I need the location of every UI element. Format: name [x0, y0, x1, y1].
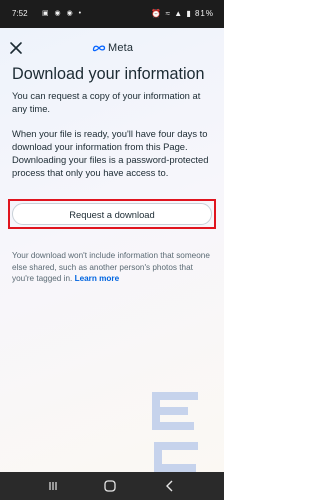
alarm-icon: ⏰ [151, 9, 163, 18]
wifi-icon: ≈ [165, 9, 171, 18]
close-icon[interactable] [9, 41, 23, 55]
status-right: ⏰ ≈ ▲ ▮ 81% [151, 0, 214, 28]
disclaimer-note: Your download won't include information … [12, 250, 216, 285]
meta-brand-text: Meta [108, 42, 134, 54]
navigation-bar [0, 472, 224, 500]
meta-logo: Meta [92, 41, 133, 55]
intro-text: You can request a copy of your informati… [12, 90, 201, 114]
meta-infinity-icon [92, 45, 106, 52]
status-bar: 7:52 ▣ ◉ ◉ • ⏰ ≈ ▲ ▮ 81% [0, 0, 224, 28]
description-text: When your file is ready, you'll have fou… [12, 128, 209, 178]
request-download-button[interactable]: Request a download [12, 203, 212, 225]
page-title: Download your information [12, 65, 205, 83]
battery-level: 81% [194, 9, 214, 18]
notification-icons: ▣ ◉ ◉ • [42, 10, 84, 17]
recent-apps-icon[interactable] [48, 481, 58, 491]
signal-icon: ▲ [174, 9, 184, 18]
back-icon[interactable] [164, 480, 176, 492]
status-time: 7:52 [12, 9, 28, 18]
home-icon[interactable] [104, 480, 116, 492]
download-info-panel: Meta Download your information You can r… [0, 28, 224, 496]
battery-icon: ▮ [186, 9, 192, 18]
learn-more-link[interactable]: Learn more [75, 274, 120, 283]
